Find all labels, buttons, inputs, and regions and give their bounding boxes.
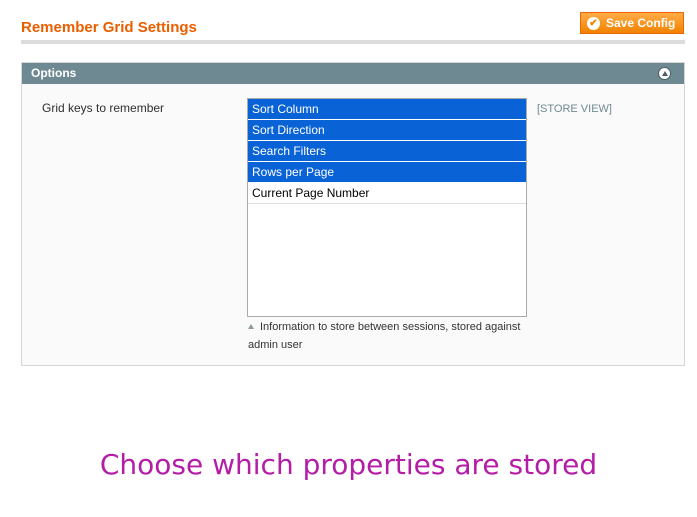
page-title: Remember Grid Settings [21,19,197,36]
page: Remember Grid Settings ✔ Save Config Opt… [0,0,697,517]
triangle-up-icon [248,324,254,329]
check-icon: ✔ [587,16,600,30]
option-sort-direction[interactable]: Sort Direction [248,120,526,141]
collapse-icon[interactable] [658,67,671,80]
save-config-label: Save Config [606,16,676,30]
field-note-text: Information to store between sessions, s… [248,321,521,351]
option-rows-per-page[interactable]: Rows per Page [248,162,526,183]
grid-keys-multiselect[interactable]: Sort Column Sort Direction Search Filter… [247,98,527,317]
field-note: Information to store between sessions, s… [248,318,538,354]
options-header[interactable]: Options [22,63,684,84]
option-sort-column[interactable]: Sort Column [248,99,526,120]
option-current-page-number[interactable]: Current Page Number [248,183,526,204]
caption: Choose which properties are stored [99,448,598,481]
options-title: Options [31,66,77,80]
save-config-button[interactable]: ✔ Save Config [580,12,684,34]
grid-keys-label: Grid keys to remember [42,101,165,115]
title-divider [21,40,685,44]
option-search-filters[interactable]: Search Filters [248,141,526,162]
scope-label: [STORE VIEW] [537,103,612,115]
options-fieldset: Options Grid keys to remember Sort Colum… [21,62,685,366]
